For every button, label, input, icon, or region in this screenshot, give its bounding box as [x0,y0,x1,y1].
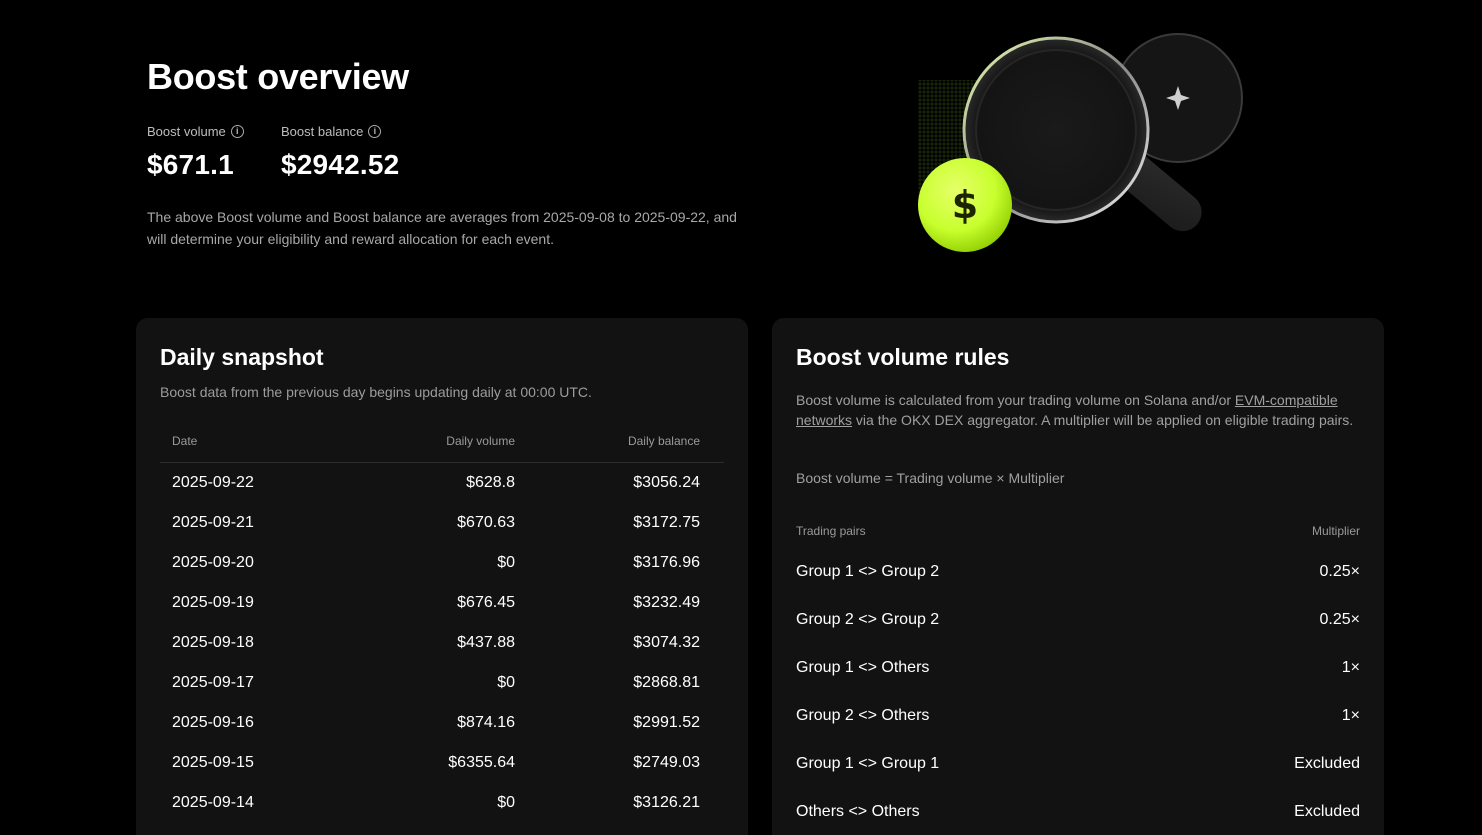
boost-volume-label: Boost volume [147,123,226,139]
cell-daily-balance: $3172.75 [633,514,700,531]
hero-illustration: $ [900,20,1260,270]
page-title: Boost overview [147,56,409,97]
cell-multiplier: 0.25× [1319,563,1360,580]
cell-daily-balance: $3232.49 [633,594,700,611]
rules-text-part: via the OKX DEX aggregator. A multiplier… [852,412,1354,428]
table-row: 2025-09-14 $0 $3126.21 [160,783,724,823]
cell-pair: Group 2 <> Others [796,707,930,724]
cell-date: 2025-09-14 [172,794,254,811]
table-row: 2025-09-21 $670.63 $3172.75 [160,503,724,543]
cell-multiplier: Excluded [1294,755,1360,772]
boost-volume-metric: Boost volume i $671.1 [147,123,244,181]
cell-date: 2025-09-20 [172,554,254,571]
table-row: 2025-09-15 $6355.64 $2749.03 [160,743,724,783]
table-row: 2025-09-17 $0 $2868.81 [160,663,724,703]
cell-daily-volume: $437.88 [457,634,515,651]
cell-pair: Group 2 <> Group 2 [796,611,940,628]
cell-date: 2025-09-21 [172,514,254,531]
table-header: Date Daily volume Daily balance [160,434,724,463]
cell-daily-balance: $2991.52 [633,714,700,731]
magnifier-coin-illustration: $ [918,33,1243,252]
table-row: Group 2 <> Group 2 0.25× [796,596,1360,644]
boost-balance-value: $2942.52 [281,149,400,180]
column-header-date: Date [172,434,198,448]
cell-date: 2025-09-19 [172,594,254,611]
daily-snapshot-title: Daily snapshot [160,344,324,370]
daily-snapshot-table: Date Daily volume Daily balance 2025-09-… [160,434,724,823]
boost-balance-metric: Boost balance i $2942.52 [281,123,399,181]
table-row: Group 2 <> Others 1× [796,692,1360,740]
cell-date: 2025-09-18 [172,634,254,651]
column-header-multiplier: Multiplier [1311,524,1360,538]
cell-daily-balance: $3176.96 [633,554,700,571]
table-row: 2025-09-16 $874.16 $2991.52 [160,703,724,743]
cell-daily-balance: $2868.81 [633,674,700,691]
cell-daily-volume: $874.16 [457,714,515,731]
trading-pairs-table: Trading pairs Multiplier Group 1 <> Grou… [796,524,1360,835]
cell-daily-balance: $3056.24 [633,474,700,491]
cell-pair: Group 1 <> Group 1 [796,755,940,772]
cell-multiplier: 1× [1341,659,1360,676]
cell-date: 2025-09-16 [172,714,254,731]
daily-snapshot-subtitle: Boost data from the previous day begins … [160,384,592,400]
cell-pair: Group 1 <> Group 2 [796,563,940,580]
table-header: Trading pairs Multiplier [796,524,1360,548]
overview-description: The above Boost volume and Boost balance… [147,209,737,247]
cell-daily-volume: $6355.64 [448,754,515,771]
boost-volume-rules-card: Boost volume rules Boost volume is calcu… [772,318,1384,835]
column-header-daily-balance: Daily balance [627,434,700,448]
cell-daily-volume: $670.63 [457,514,515,531]
cell-daily-balance: $3074.32 [633,634,700,651]
cell-pair: Others <> Others [796,803,920,820]
boost-formula: Boost volume = Trading volume × Multipli… [796,470,1065,486]
table-row: Others <> Others Excluded [796,788,1360,835]
table-row: 2025-09-22 $628.8 $3056.24 [160,463,724,503]
table-body: 2025-09-22 $628.8 $3056.24 2025-09-21 $6… [160,463,724,823]
table-row: 2025-09-20 $0 $3176.96 [160,543,724,583]
boost-balance-label-row: Boost balance i [281,123,399,139]
boost-volume-label-row: Boost volume i [147,123,244,139]
cell-pair: Group 1 <> Others [796,659,930,676]
cell-date: 2025-09-15 [172,754,254,771]
cell-multiplier: Excluded [1294,803,1360,820]
page: Boost overview Boost volume i $671.1 Boo… [0,0,1482,835]
table-row: Group 1 <> Others 1× [796,644,1360,692]
info-icon[interactable]: i [230,124,244,138]
cell-daily-balance: $2749.03 [633,754,700,771]
table-row: Group 1 <> Group 1 Excluded [796,740,1360,788]
cell-date: 2025-09-17 [172,674,254,691]
info-icon[interactable]: i [368,124,382,138]
cell-multiplier: 0.25× [1319,611,1360,628]
dollar-icon: $ [952,183,978,227]
cell-multiplier: 1× [1341,707,1360,724]
rules-description: Boost volume is calculated from your tra… [796,390,1356,430]
boost-volume-rules-title: Boost volume rules [796,344,1010,370]
rules-text-part: Boost volume is calculated from your tra… [796,392,1235,408]
boost-volume-value: $671.1 [147,149,234,180]
cell-daily-volume: $0 [497,674,515,691]
cell-date: 2025-09-22 [172,474,254,491]
table-row: 2025-09-18 $437.88 $3074.32 [160,623,724,663]
table-row: 2025-09-19 $676.45 $3232.49 [160,583,724,623]
cell-daily-volume: $0 [497,794,515,811]
cell-daily-balance: $3126.21 [633,794,700,811]
boost-balance-label: Boost balance [281,123,364,139]
table-row: Group 1 <> Group 2 0.25× [796,548,1360,596]
cell-daily-volume: $628.8 [466,474,515,491]
cell-daily-volume: $676.45 [457,594,515,611]
daily-snapshot-card: Daily snapshot Boost data from the previ… [136,318,748,835]
column-header-trading-pairs: Trading pairs [796,524,866,538]
column-header-daily-volume: Daily volume [446,434,515,448]
cell-daily-volume: $0 [497,554,515,571]
